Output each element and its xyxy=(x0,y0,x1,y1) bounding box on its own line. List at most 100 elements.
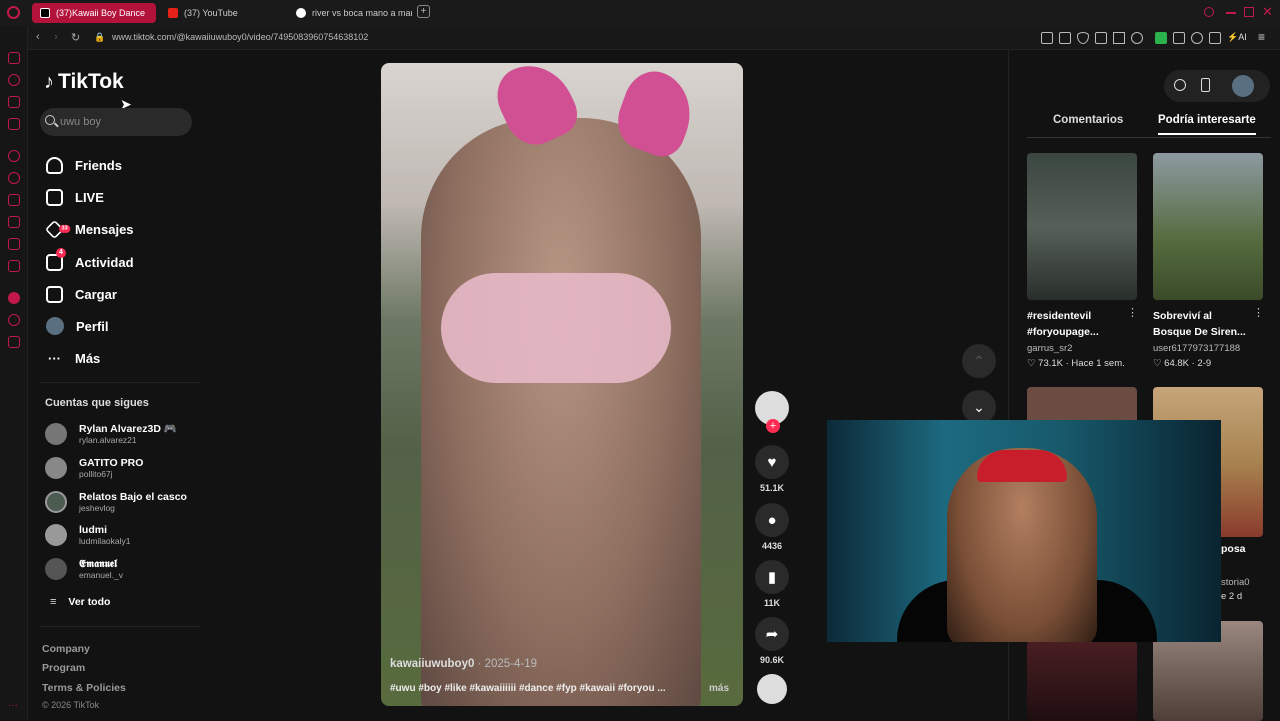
like-count: 51.1K xyxy=(759,483,785,493)
translate-icon[interactable] xyxy=(1095,32,1107,44)
profile-avatar xyxy=(46,317,64,335)
suggested-video-card[interactable]: Sobreviví al Bosque De Siren... user6177… xyxy=(1153,153,1264,369)
tab-comments[interactable]: Comentarios xyxy=(1053,114,1123,126)
url-field[interactable]: www.tiktok.com/@kawaiiuwuboy0/video/7495… xyxy=(112,32,368,42)
following-title: Cuentas que sigues xyxy=(45,397,149,409)
following-item[interactable]: Rylan Alvarez3D 🎮 rylan.alvarez21 xyxy=(45,420,177,448)
sidebar-music-icon[interactable] xyxy=(8,292,20,304)
sidebar-instagram-icon[interactable] xyxy=(8,194,20,206)
comment-icon: ● xyxy=(755,503,789,537)
forward-button[interactable]: › xyxy=(54,31,58,43)
partial-title: posa xyxy=(1221,543,1246,555)
compass-icon[interactable] xyxy=(1174,79,1186,91)
sidebar-heart-icon[interactable] xyxy=(8,314,20,326)
tab-suggestions[interactable]: Podría interesarte xyxy=(1158,114,1256,135)
search-icon xyxy=(45,115,55,125)
avatar xyxy=(45,457,67,479)
sidebar-more-icon[interactable]: ··· xyxy=(8,700,18,711)
extension-green-icon[interactable] xyxy=(1155,32,1167,44)
music-disc-button[interactable] xyxy=(754,674,790,704)
footer-terms-link[interactable]: Terms & Policies xyxy=(42,682,126,694)
save-button[interactable]: ▮ 11K xyxy=(754,560,790,608)
bookmark-icon[interactable] xyxy=(1041,32,1053,44)
upload-icon xyxy=(46,285,63,303)
nav-live[interactable]: LIVE xyxy=(46,185,104,209)
opera-logo-icon[interactable] xyxy=(7,6,20,19)
snapshot-icon[interactable] xyxy=(1059,32,1071,44)
sidebar-discord-icon[interactable] xyxy=(8,260,20,272)
close-window-button[interactable]: ✕ xyxy=(1262,4,1273,20)
partial-stats: e 2 d xyxy=(1221,591,1243,602)
footer-company-link[interactable]: Company xyxy=(42,643,90,655)
sidebar-player-icon[interactable] xyxy=(8,96,20,108)
phone-icon[interactable] xyxy=(1201,78,1210,92)
tab-tiktok[interactable]: (37)Kawaii Boy Dance xyxy=(32,3,156,23)
nav-messages[interactable]: 33 Mensajes xyxy=(44,217,134,241)
following-item[interactable]: 𝕰𝖒𝖆𝖓𝖚𝖊𝖑 emanuel._v xyxy=(45,555,123,583)
video-player[interactable]: kawaiiuwuboy0 · 2025-4-19 #uwu #boy #lik… xyxy=(381,63,743,706)
follow-plus-icon[interactable]: + xyxy=(766,419,780,433)
sidebar-divider xyxy=(40,626,200,627)
avatar xyxy=(45,491,67,513)
share-button[interactable]: ➦ 90.6K xyxy=(754,617,790,665)
sidebar-download-icon[interactable] xyxy=(8,336,20,348)
avatar xyxy=(45,524,67,546)
youtube-favicon-icon xyxy=(168,8,178,18)
nav-friends[interactable]: Friends xyxy=(46,153,122,177)
search-tabs-icon[interactable] xyxy=(1204,7,1214,17)
sidebar-mail-icon[interactable] xyxy=(8,118,20,130)
sidebar-tiktok-icon[interactable] xyxy=(8,216,20,228)
sidebar-aria-icon[interactable] xyxy=(8,52,20,64)
caption-more-link[interactable]: más xyxy=(709,683,729,694)
next-video-button[interactable]: ⌄ xyxy=(962,390,996,424)
see-all-button[interactable]: ≡ Ver todo xyxy=(50,588,110,616)
shield-icon[interactable] xyxy=(1077,32,1089,44)
card-menu-icon[interactable]: ⋮ xyxy=(1253,306,1264,319)
address-bar: ‹ › ↻ 🔒 www.tiktok.com/@kawaiiuwuboy0/vi… xyxy=(28,26,1280,50)
minimize-button[interactable] xyxy=(1226,12,1236,14)
partial-author: storia0 xyxy=(1221,577,1250,588)
following-item[interactable]: ludmi ludmilaokaly1 xyxy=(45,521,131,549)
video-author[interactable]: kawaiiuwuboy0 · 2025-4-19 xyxy=(390,658,537,670)
suggested-video-card[interactable]: #residentevil #foryoupage... garrus_sr2 … xyxy=(1027,153,1138,369)
nav-upload[interactable]: Cargar xyxy=(46,282,117,306)
pink-lace-top xyxy=(441,273,671,383)
menu-icon[interactable]: ≡ xyxy=(1258,30,1265,44)
maximize-button[interactable] xyxy=(1244,7,1254,17)
nav-activity[interactable]: 4 Actividad xyxy=(46,247,134,274)
card-menu-icon[interactable]: ⋮ xyxy=(1127,306,1138,319)
author-avatar-button[interactable]: + xyxy=(754,391,790,433)
back-button[interactable]: ‹ xyxy=(36,31,40,43)
comment-button[interactable]: ● 4436 xyxy=(754,503,790,551)
heart-icon: ♥ xyxy=(755,445,789,479)
search-input[interactable]: uwu boy xyxy=(40,108,192,136)
video-thumbnail[interactable] xyxy=(1027,641,1137,721)
user-avatar[interactable] xyxy=(1232,75,1254,97)
google-favicon-icon xyxy=(296,8,306,18)
panel-tabs: Comentarios Podría interesarte xyxy=(1027,112,1271,138)
following-item[interactable]: Relatos Bajo el casco jeshevlog xyxy=(45,488,187,516)
sidebar-x-icon[interactable] xyxy=(8,238,20,250)
nav-profile[interactable]: Perfil xyxy=(46,314,109,338)
footer-program-link[interactable]: Program xyxy=(42,662,85,674)
video-thumbnail xyxy=(1153,153,1263,300)
sidebar-speed-icon[interactable] xyxy=(8,74,20,86)
following-item[interactable]: GATITO PRO pollito67j xyxy=(45,454,143,482)
sidebar-messenger-icon[interactable] xyxy=(8,150,20,162)
play-icon[interactable] xyxy=(1113,32,1125,44)
sidebar-whatsapp-icon[interactable] xyxy=(8,172,20,184)
reload-icon[interactable]: ↻ xyxy=(71,31,80,44)
heart-icon[interactable] xyxy=(1131,32,1143,44)
nav-more[interactable]: ··· Más xyxy=(46,346,100,370)
tab-youtube[interactable]: (37) YouTube xyxy=(160,3,284,23)
video-caption: #uwu #boy #like #kawaiiiiii #dance #fyp … xyxy=(390,683,666,694)
account-icon[interactable] xyxy=(1191,32,1203,44)
previous-video-button[interactable]: ⌃ xyxy=(962,344,996,378)
tiktok-logo[interactable]: ♪ TikTok xyxy=(44,70,124,94)
ai-button[interactable]: ⚡AI xyxy=(1227,32,1247,43)
like-button[interactable]: ♥ 51.1K xyxy=(754,445,790,493)
download-icon[interactable] xyxy=(1209,32,1221,44)
tab-google[interactable]: river vs boca mano a mano xyxy=(288,3,412,23)
extensions-puzzle-icon[interactable] xyxy=(1173,32,1185,44)
new-tab-button[interactable]: + xyxy=(417,5,430,18)
